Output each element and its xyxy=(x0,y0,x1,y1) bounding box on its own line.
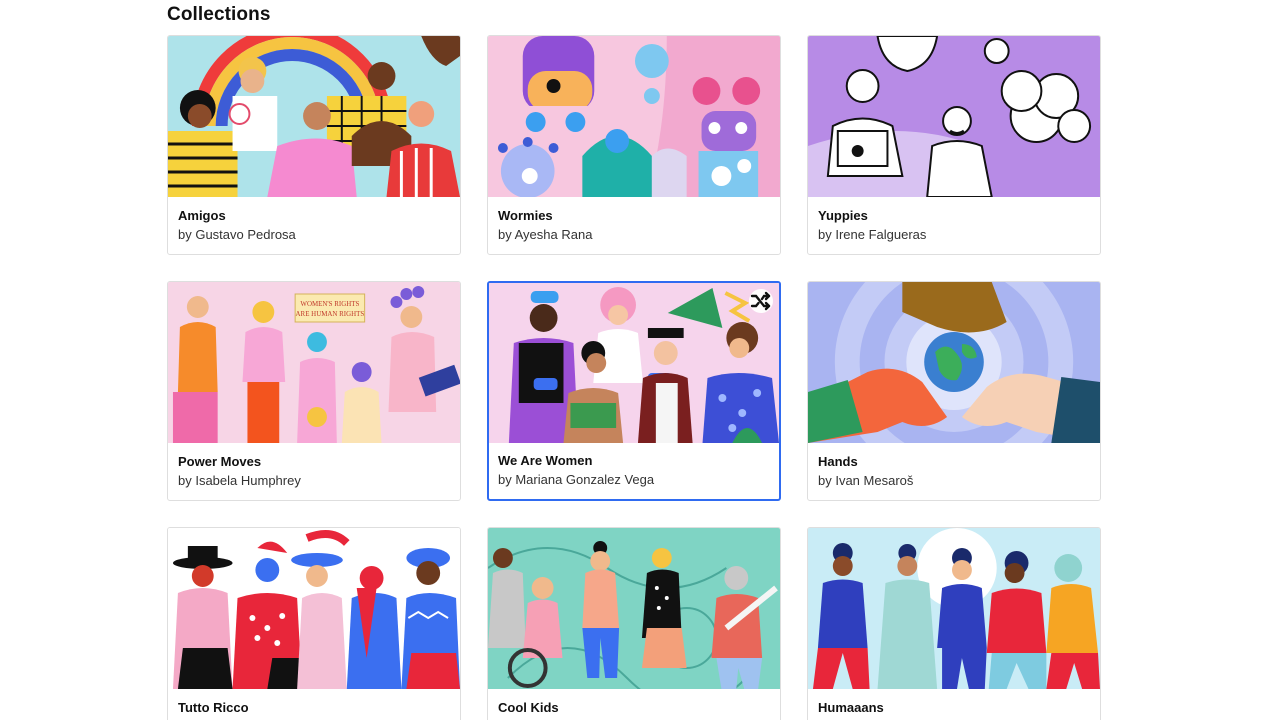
power-moves-illustration: WOMEN'S RIGHTS ARE HUMAN RIGHTS xyxy=(168,282,460,443)
card-author: by Mariana Gonzalez Vega xyxy=(498,472,655,487)
card-author: by Irene Falgueras xyxy=(818,227,927,242)
collection-card-wormies[interactable]: Wormies by Ayesha Rana xyxy=(487,35,781,255)
card-author: by Gustavo Pedrosa xyxy=(178,227,296,242)
collection-thumbnail xyxy=(808,282,1100,443)
yuppies-illustration xyxy=(808,36,1100,197)
hands-illustration xyxy=(808,282,1100,443)
card-title: Tutto Ricco xyxy=(178,700,249,715)
collection-thumbnail xyxy=(168,528,460,689)
collection-thumbnail xyxy=(488,528,780,689)
collection-thumbnail xyxy=(808,36,1100,197)
collection-card-hands[interactable]: Hands by Ivan Mesaroš xyxy=(807,281,1101,501)
collection-thumbnail xyxy=(489,283,779,443)
collection-card-amigos[interactable]: Amigos by Gustavo Pedrosa xyxy=(167,35,461,255)
sign-text-line2: ARE HUMAN RIGHTS xyxy=(296,310,365,318)
collection-card-we-are-women[interactable]: We Are Women by Mariana Gonzalez Vega xyxy=(487,281,781,501)
collection-card-yuppies[interactable]: Yuppies by Irene Falgueras xyxy=(807,35,1101,255)
cool-kids-illustration xyxy=(488,528,780,689)
sign-text-line1: WOMEN'S RIGHTS xyxy=(300,300,359,308)
card-title: Hands xyxy=(818,454,858,469)
collection-thumbnail: WOMEN'S RIGHTS ARE HUMAN RIGHTS xyxy=(168,282,460,443)
we-are-women-illustration xyxy=(489,283,779,443)
amigos-illustration xyxy=(168,36,460,197)
shuffle-button[interactable] xyxy=(749,289,773,313)
collection-thumbnail xyxy=(488,36,780,197)
collection-card-cool-kids[interactable]: Cool Kids xyxy=(487,527,781,720)
card-author: by Ivan Mesaroš xyxy=(818,473,914,488)
tutto-ricco-illustration xyxy=(168,528,460,689)
card-author: by Ayesha Rana xyxy=(498,227,593,242)
card-title: Cool Kids xyxy=(498,700,559,715)
collection-card-tutto-ricco[interactable]: Tutto Ricco xyxy=(167,527,461,720)
section-title: Collections xyxy=(167,4,271,25)
card-title: We Are Women xyxy=(498,453,593,468)
humaaans-illustration xyxy=(808,528,1100,689)
card-title: Power Moves xyxy=(178,454,262,469)
card-title: Amigos xyxy=(178,208,226,223)
collections-grid: Amigos by Gustavo Pedrosa Wormies by Aye… xyxy=(167,35,1101,720)
collection-thumbnail xyxy=(168,36,460,197)
card-title: Humaaans xyxy=(818,700,884,715)
collections-page: Collections Amigos by Gustavo Pedrosa Wo… xyxy=(0,0,1280,720)
collection-card-power-moves[interactable]: WOMEN'S RIGHTS ARE HUMAN RIGHTS Power Mo… xyxy=(167,281,461,501)
card-title: Wormies xyxy=(498,208,553,223)
card-author: by Isabela Humphrey xyxy=(178,473,301,488)
collection-card-humaaans[interactable]: Humaaans xyxy=(807,527,1101,720)
collection-thumbnail xyxy=(808,528,1100,689)
card-title: Yuppies xyxy=(818,208,868,223)
wormies-illustration xyxy=(488,36,780,197)
shuffle-icon xyxy=(750,291,771,311)
